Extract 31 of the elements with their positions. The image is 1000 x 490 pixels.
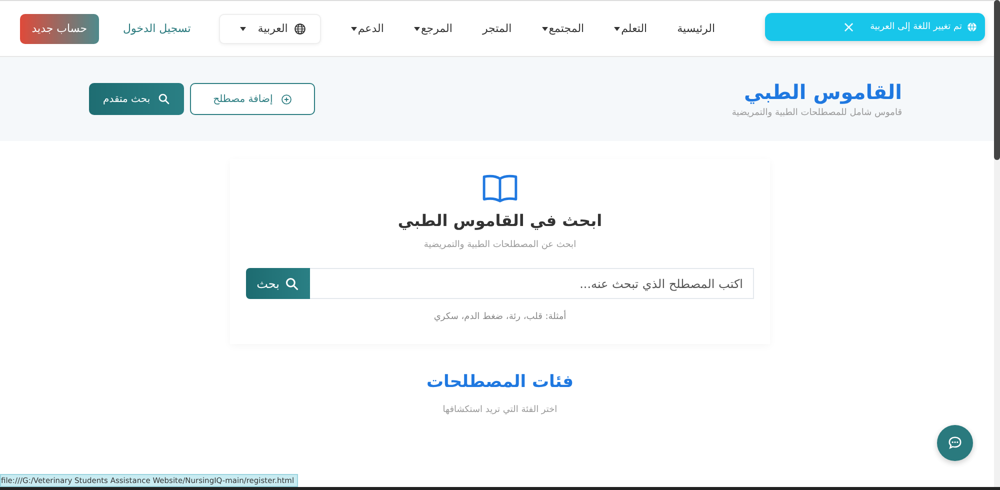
nav-link[interactable]: المجتمع [542,22,584,35]
globe-icon [294,22,306,34]
nav-link[interactable]: التعلم [614,22,648,35]
scrollbar[interactable] [994,0,1000,487]
page-title: القاموس الطبي [743,80,902,104]
toast-message: تم تغيير اللغة إلى العربية [870,22,962,32]
search-heading: ابحث في القاموس الطبي [398,211,602,230]
section-subtitle: اختر الفئة التي تريد استكشافها [442,405,558,415]
add-term-button[interactable]: إضافة مصطلح [190,83,315,115]
search-subtitle: ابحث عن المصطلحات الطبية والتمريضية [424,240,576,250]
globe-icon [967,22,977,32]
book-icon [481,173,519,203]
nav-link[interactable]: الدعم [350,22,384,35]
language-dropdown[interactable]: العربية [218,14,321,44]
search-field[interactable]: اكتب المصطلح الذي تبحث عنه... [310,268,754,299]
search-button[interactable]: بحث [246,268,310,299]
search-icon [158,93,170,105]
register-button[interactable]: حساب جديد [20,14,100,44]
search-examples: أمثلة: قلب، رئة، ضغط الدم، سكري [434,312,566,322]
nav-link[interactable]: المتجر [482,22,512,35]
page-subtitle: قاموس شامل للمصطلحات الطبية والتمريضية [732,108,902,118]
search-icon [285,276,300,290]
chat-button[interactable] [937,425,973,461]
advanced-search-button[interactable]: بحث متقدم [89,83,184,115]
scrollbar-thumb[interactable] [994,0,1000,160]
nav-link[interactable]: الرئيسية [677,22,715,35]
nav-link[interactable]: المرجع [414,22,452,35]
plus-circle-icon [280,94,292,104]
login-link[interactable]: تسجيل الدخول [123,22,191,35]
chat-bubble-icon [947,435,963,451]
section-heading: فئات المصطلحات [426,372,574,392]
